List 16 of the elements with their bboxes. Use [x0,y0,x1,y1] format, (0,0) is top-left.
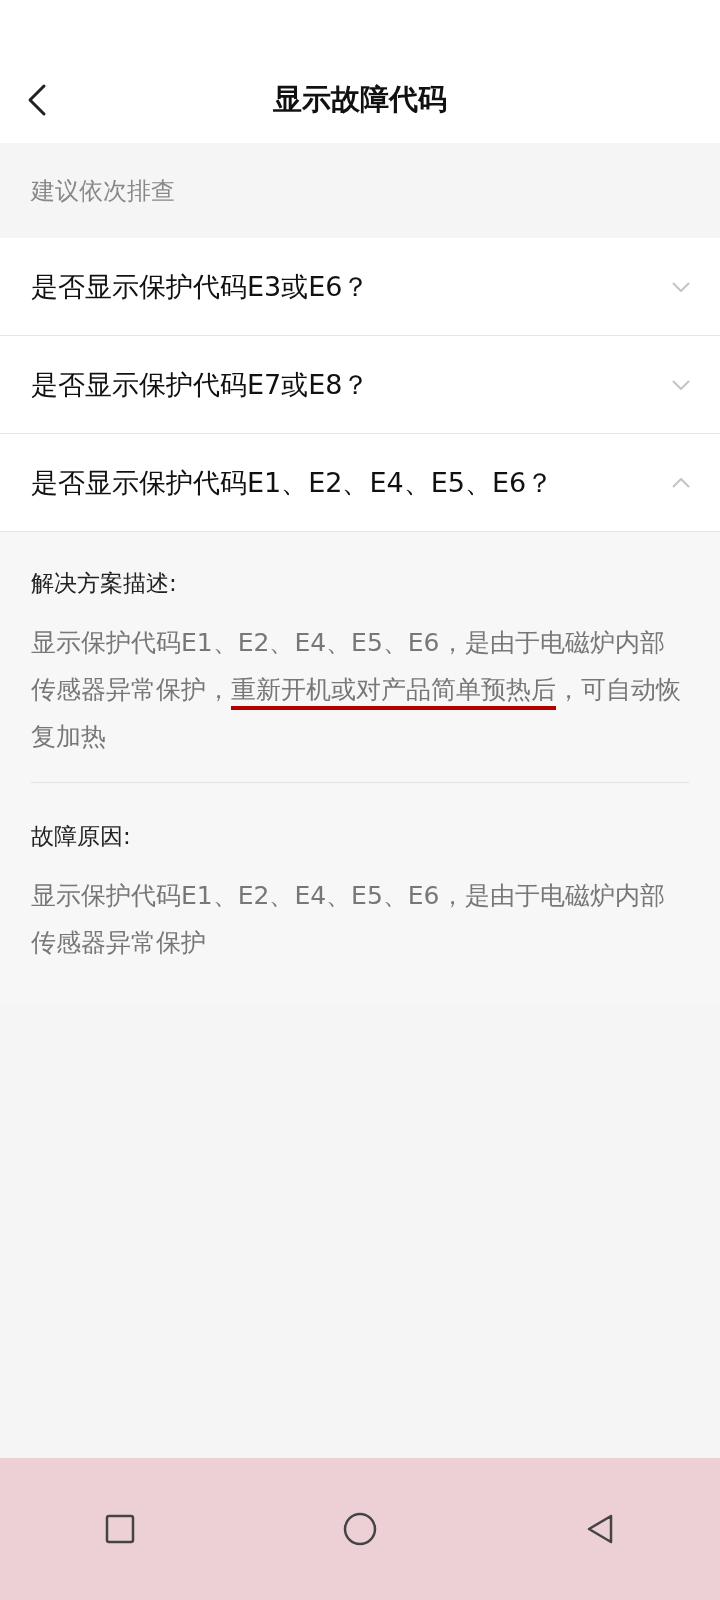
back-icon[interactable] [587,1514,613,1544]
section-text: 显示保护代码E1、E2、E4、E5、E6，是由于电磁炉内部传感器异常保护，重新开机或对产品简单预热后，可自动恢复加热 [31,627,682,753]
page-title: 显示故障代码 [273,80,447,118]
section-heading: 故障原因: [31,822,132,851]
chevron-down-icon [672,281,690,292]
section-heading: 解决方案描述: [31,569,178,598]
section-hint: 建议依次排查 [30,175,176,207]
chevron-down-icon [672,379,690,390]
question-row[interactable]: 是否显示保护代码E3或E6？ [0,238,720,336]
question-row[interactable]: 是否显示保护代码E7或E8？ [0,336,720,434]
question-row[interactable]: 是否显示保护代码E1、E2、E4、E5、E6？ [0,434,720,532]
chevron-up-icon [672,477,690,488]
back-icon[interactable] [26,83,48,117]
section-text: 显示保护代码E1、E2、E4、E5、E6，是由于电磁炉内部传感器异常保护 [31,880,666,959]
home-icon[interactable] [343,1512,377,1546]
recents-icon[interactable] [105,1514,135,1544]
